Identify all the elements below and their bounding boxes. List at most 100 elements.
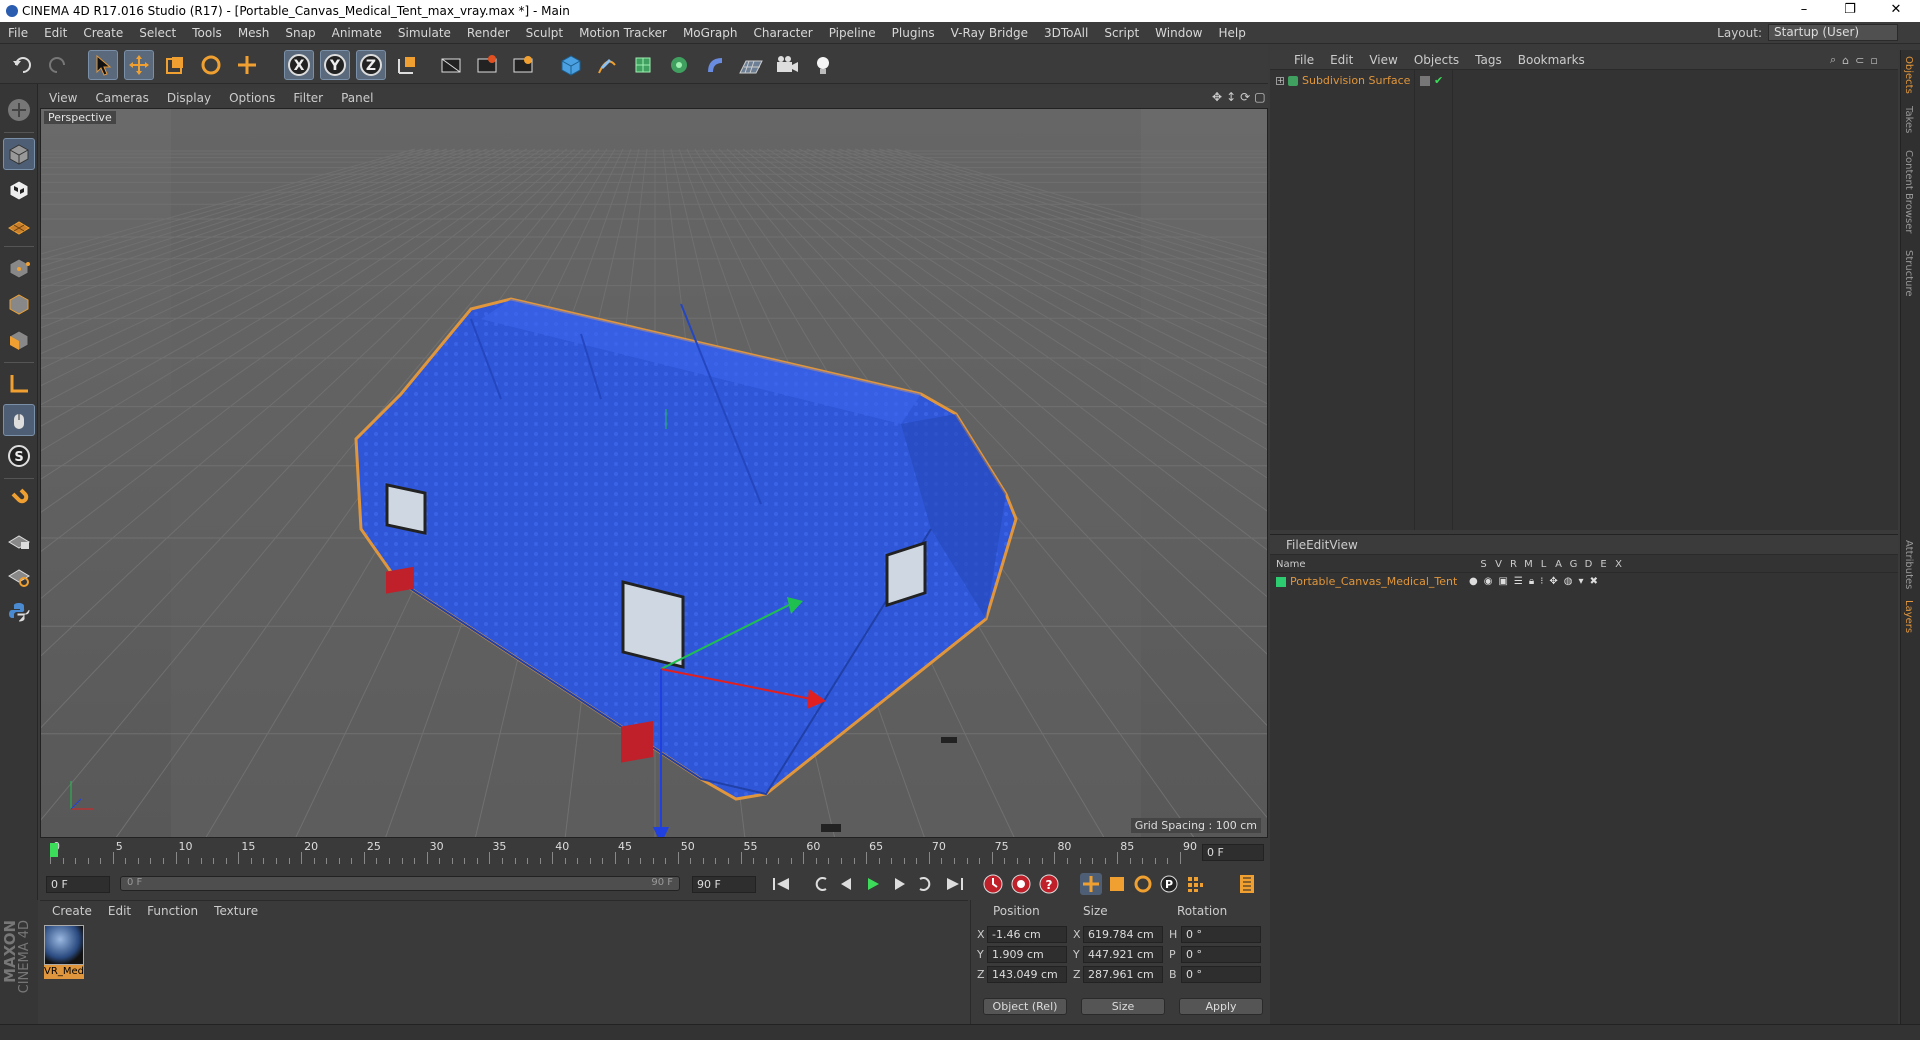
- subdivision-surface-icon[interactable]: [628, 50, 658, 80]
- rotate-tool-icon[interactable]: [196, 50, 226, 80]
- layer-row[interactable]: Portable_Canvas_Medical_Tent ● ◉ ▣ ☰ 🔒︎ …: [1276, 575, 1886, 588]
- object-menu-bookmarks[interactable]: Bookmarks: [1510, 50, 1593, 70]
- animation-flag-icon[interactable]: ⁝: [1540, 576, 1543, 587]
- material-swatch[interactable]: VR_Med: [44, 925, 84, 979]
- view-flag-icon[interactable]: ◉: [1484, 576, 1493, 587]
- close-icon[interactable]: ✕: [1876, 0, 1916, 22]
- viewport-menu-cameras[interactable]: Cameras: [86, 88, 157, 108]
- xref-flag-icon[interactable]: ✖: [1590, 576, 1598, 587]
- start-frame-field[interactable]: 0 F: [46, 876, 110, 893]
- render-settings-icon[interactable]: [508, 50, 538, 80]
- x-axis-lock-button[interactable]: X: [284, 50, 314, 80]
- coordinate-mode-dropdown[interactable]: Object (Rel): [983, 998, 1067, 1015]
- restore-icon[interactable]: ❐: [1830, 0, 1870, 22]
- menu-simulate[interactable]: Simulate: [390, 22, 459, 44]
- rotation-b-field[interactable]: 0 °: [1181, 966, 1261, 983]
- object-menu-edit[interactable]: Edit: [1322, 50, 1361, 70]
- zoom-view-icon[interactable]: ↕: [1226, 90, 1236, 104]
- apply-button[interactable]: Apply: [1179, 998, 1263, 1015]
- live-select-icon[interactable]: [232, 50, 262, 80]
- key-position-icon[interactable]: [1080, 873, 1102, 895]
- size-y-field[interactable]: 447.921 cm: [1083, 946, 1163, 963]
- menu-mesh[interactable]: Mesh: [230, 22, 278, 44]
- render-picture-viewer-icon[interactable]: [472, 50, 502, 80]
- layer-col-s[interactable]: S: [1476, 559, 1491, 570]
- viewport-menu-display[interactable]: Display: [158, 88, 220, 108]
- layer-color-swatch[interactable]: [1276, 576, 1286, 587]
- size-mode-dropdown[interactable]: Size: [1081, 998, 1165, 1015]
- object-menu-file[interactable]: File: [1286, 50, 1322, 70]
- deformer-icon[interactable]: [700, 50, 730, 80]
- layer-col-l[interactable]: L: [1536, 559, 1551, 570]
- position-y-field[interactable]: 1.909 cm: [987, 946, 1067, 963]
- search-icon[interactable]: ⌕: [1830, 53, 1836, 67]
- menu-select[interactable]: Select: [131, 22, 184, 44]
- viewport-menu-options[interactable]: Options: [220, 88, 284, 108]
- object-menu-view[interactable]: View: [1361, 50, 1405, 70]
- previous-frame-icon[interactable]: [836, 873, 858, 895]
- rotation-p-field[interactable]: 0 °: [1181, 946, 1261, 963]
- model-mode-icon[interactable]: [3, 138, 35, 170]
- frame-range-slider[interactable]: 0 F 90 F: [120, 876, 680, 891]
- position-z-field[interactable]: 143.049 cm: [987, 966, 1067, 983]
- layer-col-d[interactable]: D: [1581, 559, 1596, 570]
- menu-animate[interactable]: Animate: [324, 22, 390, 44]
- render-flag-icon[interactable]: ▣: [1498, 576, 1507, 587]
- expand-toggle-icon[interactable]: +: [1276, 76, 1284, 85]
- timeline-window-icon[interactable]: [1236, 873, 1258, 895]
- menu-sculpt[interactable]: Sculpt: [518, 22, 571, 44]
- keyframe-selection-icon[interactable]: ?: [1038, 873, 1060, 895]
- key-scale-icon[interactable]: [1106, 873, 1128, 895]
- manager-flag-icon[interactable]: ☰: [1514, 576, 1523, 587]
- timeline-playhead[interactable]: [50, 843, 58, 857]
- play-icon[interactable]: [862, 873, 884, 895]
- spline-pen-icon[interactable]: [592, 50, 622, 80]
- menu-3dtoall[interactable]: 3DToAll: [1036, 22, 1096, 44]
- workplane-icon[interactable]: [3, 210, 35, 242]
- layer-col-x[interactable]: X: [1611, 559, 1626, 570]
- layer-col-m[interactable]: M: [1521, 559, 1536, 570]
- floor-icon[interactable]: [736, 50, 766, 80]
- object-menu-tags[interactable]: Tags: [1467, 50, 1510, 70]
- camera-icon[interactable]: [772, 50, 802, 80]
- z-axis-lock-button[interactable]: Z: [356, 50, 386, 80]
- scale-tool-icon[interactable]: [160, 50, 190, 80]
- previous-key-icon[interactable]: [810, 873, 832, 895]
- next-frame-icon[interactable]: [888, 873, 910, 895]
- select-arrow-icon[interactable]: [88, 50, 118, 80]
- polygons-mode-icon[interactable]: [3, 324, 35, 356]
- tab-attributes[interactable]: Attributes: [1903, 540, 1914, 589]
- viewport-menu-view[interactable]: View: [40, 88, 86, 108]
- current-frame-field[interactable]: 0 F: [1202, 844, 1264, 861]
- python-icon[interactable]: [3, 596, 35, 628]
- material-menu-texture[interactable]: Texture: [206, 901, 266, 921]
- y-axis-lock-button[interactable]: Y: [320, 50, 350, 80]
- move-tool-icon[interactable]: [124, 50, 154, 80]
- enabled-check-icon[interactable]: ✔: [1434, 74, 1443, 87]
- menu-v-ray-bridge[interactable]: V-Ray Bridge: [943, 22, 1036, 44]
- coordinate-system-icon[interactable]: [392, 50, 422, 80]
- material-menu-edit[interactable]: Edit: [100, 901, 139, 921]
- texture-mode-icon[interactable]: [3, 174, 35, 206]
- menu-character[interactable]: Character: [745, 22, 820, 44]
- menu-edit[interactable]: Edit: [36, 22, 75, 44]
- move-view-icon[interactable]: ✥: [1212, 90, 1222, 104]
- layer-swatch-icon[interactable]: [1420, 75, 1430, 86]
- menu-snap[interactable]: Snap: [277, 22, 323, 44]
- home-icon[interactable]: ⌂: [1842, 54, 1849, 67]
- layer-menu-file[interactable]: File: [1286, 538, 1306, 552]
- menu-window[interactable]: Window: [1147, 22, 1210, 44]
- workplane-snap-icon[interactable]: [3, 560, 35, 592]
- rotation-h-field[interactable]: 0 °: [1181, 926, 1261, 943]
- solo-mode-icon[interactable]: S: [3, 440, 35, 472]
- lock-flag-icon[interactable]: 🔒︎: [1529, 576, 1534, 587]
- end-frame-field[interactable]: 90 F: [692, 876, 756, 893]
- layer-col-a[interactable]: A: [1551, 559, 1566, 570]
- key-rotation-icon[interactable]: [1132, 873, 1154, 895]
- snap-magnet-icon[interactable]: [3, 484, 35, 516]
- menu-render[interactable]: Render: [459, 22, 518, 44]
- record-keys-icon[interactable]: [982, 873, 1004, 895]
- tab-takes[interactable]: Takes: [1903, 106, 1914, 133]
- maximize-view-icon[interactable]: ▢: [1254, 90, 1265, 104]
- link-icon[interactable]: ⊂: [1855, 54, 1864, 67]
